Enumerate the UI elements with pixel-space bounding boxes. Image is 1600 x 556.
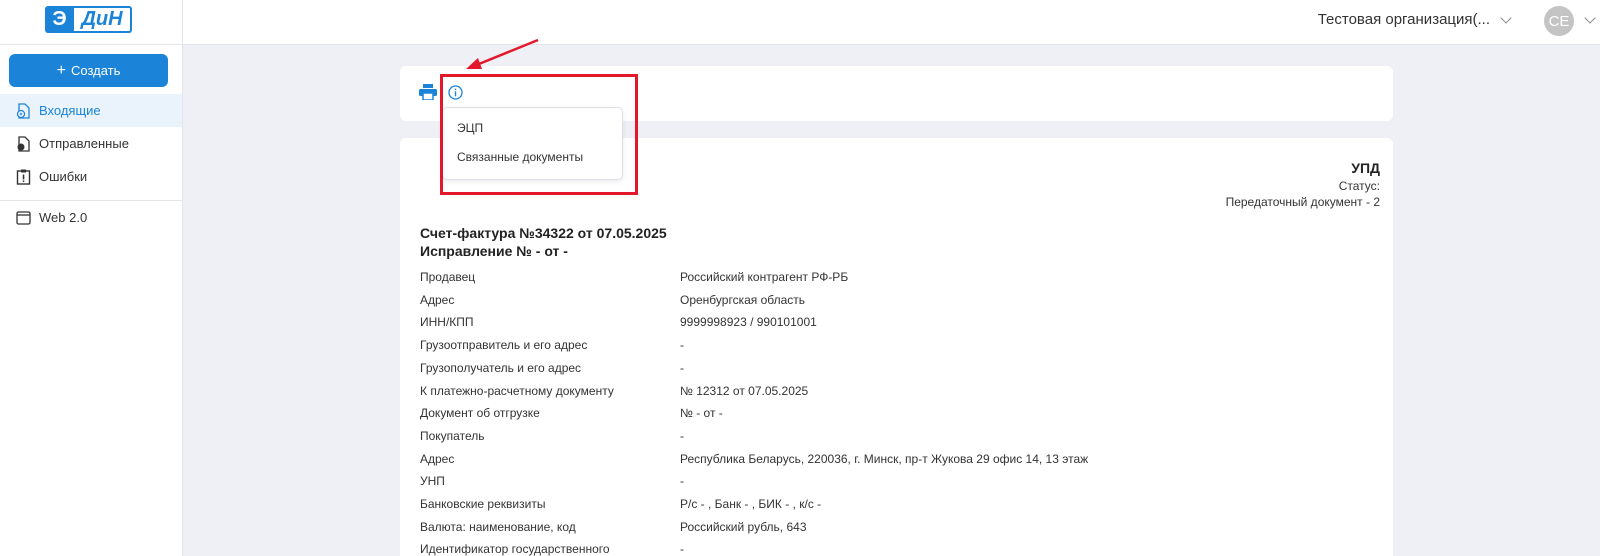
detail-value: - bbox=[680, 474, 684, 489]
avatar[interactable]: CE bbox=[1544, 6, 1574, 36]
detail-value: Российский контрагент РФ-РБ bbox=[680, 270, 849, 284]
detail-row: Адрес Республика Беларусь, 220036, г. Мин… bbox=[420, 452, 1320, 472]
detail-key: Грузоотправитель и его адрес bbox=[420, 338, 588, 353]
sidebar-item-incoming[interactable]: Входящие bbox=[0, 94, 182, 127]
top-header: Э ДиН Тестовая организация(... CE bbox=[0, 0, 1600, 45]
detail-key: К платежно-расчетному документу bbox=[420, 383, 614, 398]
detail-row: Грузополучатель и его адрес - bbox=[420, 361, 1320, 381]
detail-row: УНП - bbox=[420, 474, 1320, 494]
correction-title: Исправление № - от - bbox=[420, 243, 568, 259]
detail-value: 9999998923 / 990101001 bbox=[680, 315, 817, 330]
detail-key: Идентификатор государственного bbox=[420, 542, 610, 556]
detail-key: Банковские реквизиты bbox=[420, 497, 546, 511]
print-icon[interactable] bbox=[419, 84, 437, 100]
annotation-highlight-box bbox=[440, 74, 638, 195]
logo-part-left: Э bbox=[45, 6, 74, 33]
window-icon bbox=[16, 210, 31, 225]
chevron-down-icon bbox=[1500, 11, 1512, 24]
create-button-label: Создать bbox=[70, 63, 121, 78]
detail-row: Продавец Российский контрагент РФ-РБ bbox=[420, 270, 1320, 290]
detail-key: Документ об отгрузке bbox=[420, 406, 540, 421]
detail-row: Покупатель - bbox=[420, 429, 1320, 449]
detail-value: № 12312 от 07.05.2025 bbox=[680, 383, 809, 398]
sidebar-item-sent[interactable]: Отправленные bbox=[0, 127, 182, 160]
detail-key: ИНН/КПП bbox=[420, 315, 474, 330]
detail-key: Продавец bbox=[420, 270, 476, 284]
logo-part-right: ДиН bbox=[74, 6, 132, 33]
detail-key: УНП bbox=[420, 474, 445, 489]
detail-value: № - от - bbox=[680, 406, 723, 421]
detail-row: Грузоотправитель и его адрес - bbox=[420, 338, 1320, 358]
detail-key: Грузополучатель и его адрес bbox=[420, 360, 582, 375]
detail-value: Российский рубль, 643 bbox=[680, 519, 807, 534]
detail-value: Республика Беларусь, 220036, г. Минск, п… bbox=[680, 451, 1089, 466]
detail-row: Идентификатор государственного - bbox=[420, 542, 1320, 556]
error-clipboard-icon bbox=[16, 169, 31, 185]
detail-value: Оренбургская область bbox=[680, 292, 806, 307]
detail-key: Покупатель bbox=[420, 428, 485, 443]
detail-value: - bbox=[680, 338, 684, 353]
detail-key: Адрес bbox=[420, 292, 455, 307]
sidebar-item-label: Ошибки bbox=[39, 169, 88, 184]
detail-row: Адрес Оренбургская область bbox=[420, 293, 1320, 313]
document-type: УПД bbox=[1351, 160, 1380, 176]
create-button[interactable]: + Создать bbox=[9, 54, 168, 87]
sidebar-item-label: Отправленные bbox=[39, 136, 129, 151]
detail-row: ИНН/КПП 9999998923 / 990101001 bbox=[420, 315, 1320, 335]
incoming-document-icon bbox=[16, 102, 30, 119]
sidebar-item-label: Web 2.0 bbox=[39, 210, 88, 225]
detail-value: - bbox=[680, 428, 684, 443]
organization-selector[interactable]: Тестовая организация(... bbox=[1317, 11, 1512, 28]
detail-row: Банковские реквизиты Р/с - , Банк - , БИК… bbox=[420, 497, 1320, 517]
detail-value: - bbox=[680, 360, 684, 375]
detail-key: Валюта: наименование, код bbox=[420, 519, 576, 534]
logo-area: Э ДиН bbox=[0, 0, 183, 45]
document-function: Передаточный документ - 2 bbox=[1225, 195, 1380, 209]
sidebar: + Создать Входящие Отправленные Ошибки W… bbox=[0, 45, 183, 556]
document-status: Статус: bbox=[1338, 179, 1380, 193]
detail-value: - bbox=[680, 542, 684, 556]
sent-document-icon bbox=[17, 135, 30, 152]
detail-row: К платежно-расчетному документу № 12312 о… bbox=[420, 384, 1320, 404]
plus-icon: + bbox=[56, 61, 66, 79]
chevron-down-icon[interactable] bbox=[1584, 12, 1596, 24]
detail-key: Адрес bbox=[420, 451, 455, 466]
sidebar-item-label: Входящие bbox=[39, 103, 101, 118]
organization-name: Тестовая организация(... bbox=[1317, 11, 1490, 28]
sidebar-item-errors[interactable]: Ошибки bbox=[0, 160, 182, 193]
edin-logo[interactable]: Э ДиН bbox=[45, 6, 132, 33]
sidebar-item-web20[interactable]: Web 2.0 bbox=[0, 201, 182, 234]
annotation-arrow-icon bbox=[466, 38, 539, 69]
detail-value: Р/с - , Банк - , БИК - , к/с - bbox=[680, 497, 822, 511]
invoice-title: Счет-фактура №34322 от 07.05.2025 bbox=[420, 225, 667, 241]
detail-row: Валюта: наименование, код Российский рубл… bbox=[420, 520, 1320, 540]
detail-row: Документ об отгрузке № - от - bbox=[420, 406, 1320, 426]
